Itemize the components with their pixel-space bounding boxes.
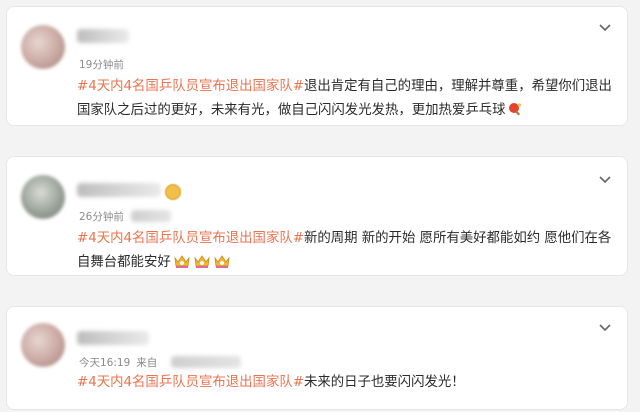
comment-card: 今天16:19 来自 #4天内4名国乒队员宣布退出国家队#未来的日子也要闪闪发光！ (6, 306, 628, 410)
source-blurred[interactable] (131, 210, 171, 222)
comment-card: 19分钟前 #4天内4名国乒队员宣布退出国家队#退出肯定有自己的理由，理解并尊重… (6, 6, 628, 126)
crown-cup-icon (193, 253, 211, 269)
timestamp-text: 26分钟前 (79, 211, 124, 223)
avatar[interactable] (21, 25, 65, 69)
hashtag-link[interactable]: #4天内4名国乒队员宣布退出国家队# (77, 79, 304, 94)
chevron-down-icon[interactable] (597, 319, 613, 335)
hashtag-link[interactable]: #4天内4名国乒队员宣布退出国家队# (77, 375, 304, 390)
chevron-down-icon[interactable] (597, 171, 613, 187)
comment-text: #4天内4名国乒队员宣布退出国家队#未来的日子也要闪闪发光！ (77, 371, 617, 395)
username-blurred[interactable] (77, 331, 149, 345)
crown-cup-icon (173, 253, 191, 269)
avatar[interactable] (21, 323, 65, 367)
source-label: 来自 (136, 357, 158, 369)
comment-text: #4天内4名国乒队员宣布退出国家队#退出肯定有自己的理由，理解并尊重，希望你们退… (77, 75, 617, 123)
ping-pong-icon (508, 101, 522, 116)
timestamp-text: 19分钟前 (79, 59, 124, 71)
source-blurred[interactable] (171, 356, 241, 368)
hashtag-link[interactable]: #4天内4名国乒队员宣布退出国家队# (77, 231, 304, 246)
chevron-down-icon[interactable] (597, 19, 613, 35)
timestamp: 今天16:19 来自 (79, 355, 157, 370)
timestamp: 26分钟前 (79, 209, 124, 224)
timestamp: 19分钟前 (79, 57, 124, 72)
avatar[interactable] (21, 175, 65, 219)
username-blurred[interactable] (77, 183, 161, 197)
crown-cup-icon (213, 253, 231, 269)
user-badge-icon (165, 184, 181, 200)
username-blurred[interactable] (77, 29, 129, 43)
comment-text: #4天内4名国乒队员宣布退出国家队#新的周期 新的开始 愿所有美好都能如约 愿他… (77, 227, 617, 275)
comment-card: 26分钟前 #4天内4名国乒队员宣布退出国家队#新的周期 新的开始 愿所有美好都… (6, 156, 628, 276)
timestamp-text: 今天16:19 (79, 357, 131, 369)
comment-body: 未来的日子也要闪闪发光！ (303, 375, 465, 390)
